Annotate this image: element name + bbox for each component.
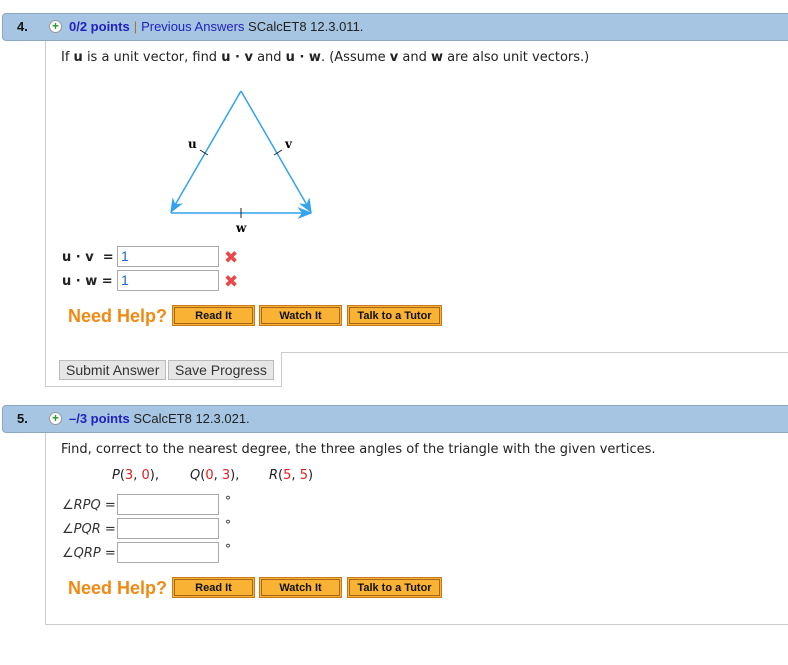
need-help-label: Need Help? <box>68 578 168 598</box>
divider <box>45 433 46 625</box>
answer-input-uw[interactable]: 1 <box>117 270 219 291</box>
read-it-button[interactable]: Read It <box>172 577 255 598</box>
talk-to-tutor-button[interactable]: Talk to a Tutor <box>347 577 442 598</box>
question-prompt: Find, correct to the nearest degree, the… <box>61 442 656 457</box>
answer-label-uv: u · v = <box>62 250 114 265</box>
expand-plus-icon[interactable]: + <box>49 412 62 425</box>
degree-symbol: ° <box>225 494 231 508</box>
points[interactable]: –/3 points <box>69 411 130 426</box>
angle-label-pqr: ∠PQR = <box>62 522 116 537</box>
divider <box>45 386 282 387</box>
divider <box>45 624 788 625</box>
incorrect-x-icon: ✖ <box>224 272 239 292</box>
answer-label-uw: u · w = <box>62 274 113 289</box>
question-number: 5. <box>17 411 28 426</box>
submit-answer-button[interactable]: Submit Answer <box>59 360 167 380</box>
angle-input-qrp[interactable] <box>117 542 219 563</box>
watch-it-button[interactable]: Watch It <box>259 577 342 598</box>
degree-symbol: ° <box>225 542 231 556</box>
degree-symbol: ° <box>225 518 231 532</box>
save-progress-button[interactable]: Save Progress <box>168 360 274 380</box>
answer-input-uv[interactable]: 1 <box>117 246 219 267</box>
vector-u <box>170 90 242 214</box>
divider <box>281 352 788 353</box>
label-u: u <box>188 137 197 151</box>
watch-it-button[interactable]: Watch It <box>259 305 342 326</box>
angle-label-qrp: ∠QRP = <box>62 546 116 561</box>
question-code: SCalcET8 12.3.021. <box>133 411 250 426</box>
need-help-label: Need Help? <box>68 306 168 326</box>
question-5-header: 5. + –/3 points SCalcET8 12.3.021. <box>2 405 788 433</box>
incorrect-x-icon: ✖ <box>224 248 239 268</box>
angle-input-rpq[interactable] <box>117 494 219 515</box>
read-it-button[interactable]: Read It <box>172 305 255 326</box>
vector-v <box>240 90 312 214</box>
label-v: v <box>284 137 293 151</box>
angle-label-rpq: ∠RPQ = <box>62 498 116 513</box>
divider <box>281 352 282 386</box>
label-w: w <box>235 221 247 235</box>
angle-input-pqr[interactable] <box>117 518 219 539</box>
triangle-figure: u v w <box>170 90 313 235</box>
talk-to-tutor-button[interactable]: Talk to a Tutor <box>347 305 442 326</box>
